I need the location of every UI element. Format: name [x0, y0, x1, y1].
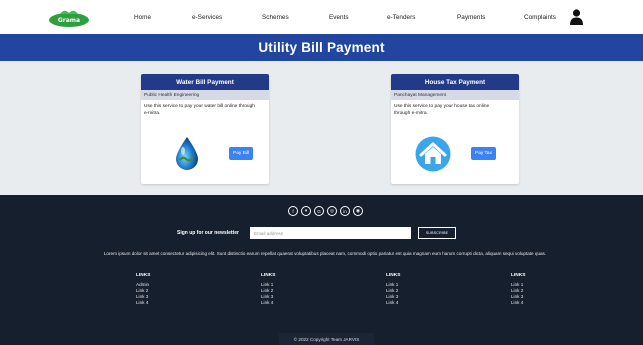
- facebook-icon[interactable]: f: [288, 206, 298, 216]
- footer: f ▾ G ◎ in ◉ Sign up for our newsletter …: [0, 195, 643, 345]
- card-title: House Tax Payment: [391, 74, 519, 90]
- nav-e-services[interactable]: e-Services: [192, 14, 222, 21]
- github-icon[interactable]: ◉: [353, 206, 363, 216]
- grama-logo[interactable]: Grama: [48, 8, 90, 28]
- house-tax-card: House Tax Payment Panchayat Management U…: [391, 74, 519, 184]
- card-department: Panchayat Management: [391, 90, 519, 100]
- water-bill-card: Water Bill Payment Public Health Enginee…: [141, 74, 269, 184]
- links-title: LINKS: [386, 273, 401, 278]
- top-navbar: Grama Home e-Services Schemes Events e-T…: [0, 0, 643, 34]
- links-title: LINKS: [136, 273, 151, 278]
- card-title: Water Bill Payment: [141, 74, 269, 90]
- links-column-1: LINKS Admin Link 2 Link 3 Link 4: [136, 273, 176, 306]
- links-column-2: LINKS Link 1 Link 2 Link 3 Link 4: [261, 273, 301, 306]
- page-banner: Utility Bill Payment: [0, 34, 643, 61]
- card-description: Use this service to pay your water bill …: [144, 104, 255, 116]
- nav-schemes[interactable]: Schemes: [262, 14, 289, 21]
- card-description: Use this service to pay your house tax o…: [394, 104, 490, 116]
- page-title: Utility Bill Payment: [258, 40, 385, 55]
- pay-tax-button[interactable]: Pay Tax: [471, 147, 496, 160]
- links-title: LINKS: [261, 273, 276, 278]
- newsletter-label: Sign up for our newsletter: [177, 230, 239, 236]
- water-drop-icon: [176, 137, 198, 170]
- footer-link[interactable]: Link 4: [136, 300, 176, 306]
- instagram-icon[interactable]: ◎: [327, 206, 337, 216]
- links-title: LINKS: [511, 273, 526, 278]
- social-links: f ▾ G ◎ in ◉: [288, 206, 363, 216]
- nav-e-tenders[interactable]: e-Tenders: [387, 14, 415, 21]
- linkedin-icon[interactable]: in: [340, 206, 350, 216]
- nav-payments[interactable]: Payments: [457, 14, 485, 21]
- logo-text: Grama: [58, 17, 80, 24]
- card-department: Public Health Engineering: [141, 90, 269, 100]
- user-icon[interactable]: [570, 9, 583, 25]
- pay-bill-button[interactable]: Pay Bill: [229, 147, 253, 160]
- google-icon[interactable]: G: [314, 206, 324, 216]
- house-icon: [415, 136, 451, 172]
- footer-link[interactable]: Link 4: [261, 300, 301, 306]
- subscribe-button[interactable]: SUBSCRIBE: [418, 227, 456, 239]
- footer-link[interactable]: Link 4: [511, 300, 551, 306]
- footer-link[interactable]: Link 4: [386, 300, 426, 306]
- nav-events[interactable]: Events: [329, 14, 349, 21]
- copyright-text: © 2022 Copyright Team JARVIS: [279, 333, 374, 345]
- nav-home[interactable]: Home: [134, 14, 151, 21]
- footer-description: Lorem ipsum dolor sit amet consectetur a…: [103, 251, 547, 256]
- twitter-icon[interactable]: ▾: [301, 206, 311, 216]
- links-column-3: LINKS Link 1 Link 2 Link 3 Link 4: [386, 273, 426, 306]
- newsletter-email-input[interactable]: [250, 227, 411, 239]
- links-column-4: LINKS Link 1 Link 2 Link 3 Link 4: [511, 273, 551, 306]
- nav-complaints[interactable]: Complaints: [524, 14, 556, 21]
